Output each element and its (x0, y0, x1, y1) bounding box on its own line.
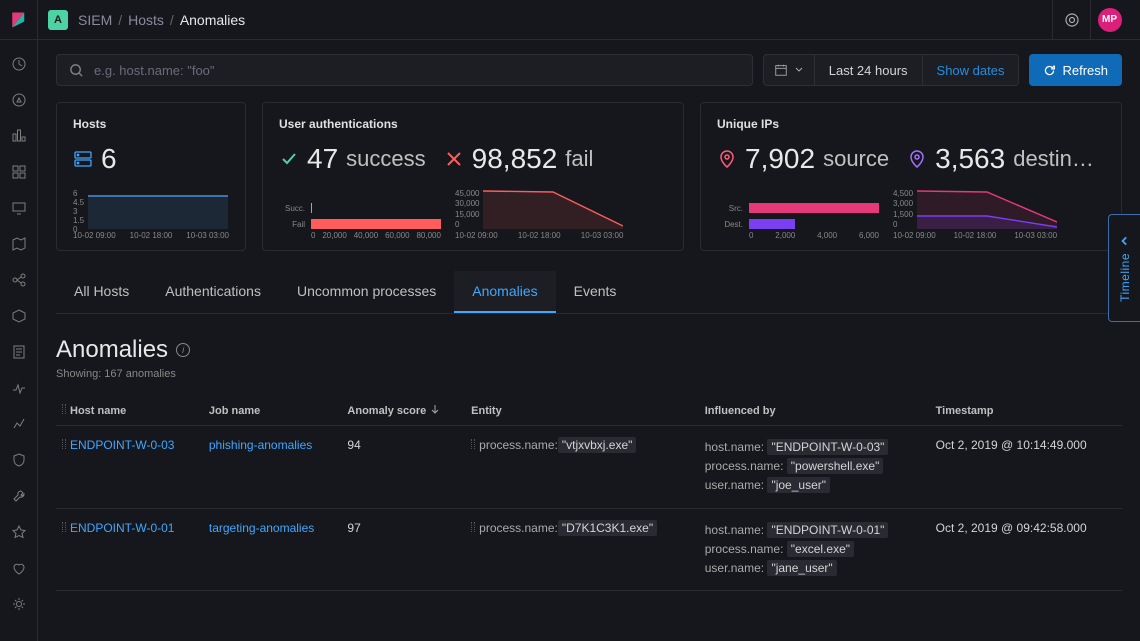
score-cell: 94 (341, 426, 465, 509)
dev-tools-icon[interactable] (11, 488, 27, 504)
canvas-icon[interactable] (11, 200, 27, 216)
timestamp-cell: Oct 2, 2019 @ 10:14:49.000 (930, 426, 1122, 509)
apm-icon[interactable] (11, 380, 27, 396)
ips-source-count: 7,902 (745, 143, 815, 175)
table-row: ENDPOINT-W-0-01 targeting-anomalies 97proc… (56, 508, 1122, 591)
hosts-count: 6 (101, 143, 117, 175)
score-cell: 97 (341, 508, 465, 591)
maps-icon[interactable] (11, 236, 27, 252)
kibana-logo[interactable] (0, 0, 38, 40)
search-input[interactable] (94, 63, 740, 78)
monitoring-icon[interactable] (11, 560, 27, 576)
col-influenced[interactable]: Influenced by (699, 396, 930, 426)
breadcrumb-current: Anomalies (180, 12, 245, 28)
timestamp-cell: Oct 2, 2019 @ 09:42:58.000 (930, 508, 1122, 591)
entity-cell: process.name:"vtjxvbxj.exe" (465, 426, 699, 509)
show-dates-button[interactable]: Show dates (923, 54, 1020, 86)
server-icon (73, 149, 93, 169)
host-tabs: All Hosts Authentications Uncommon proce… (56, 271, 1122, 314)
entity-cell: process.name:"D7K1C3K1.exe" (465, 508, 699, 591)
col-entity[interactable]: Entity (465, 396, 699, 426)
stack-mgmt-icon[interactable] (11, 524, 27, 540)
pin-icon (907, 149, 927, 169)
host-link[interactable]: ENDPOINT-W-0-01 (70, 521, 174, 535)
influenced-cell: host.name: "ENDPOINT-W-0-03"process.name… (699, 426, 930, 509)
influenced-cell: host.name: "ENDPOINT-W-0-01"process.name… (699, 508, 930, 591)
date-quick-button[interactable] (763, 54, 815, 86)
discover-icon[interactable] (11, 92, 27, 108)
check-icon (279, 149, 299, 169)
auth-fail-count: 98,852 (472, 143, 558, 175)
timeline-flyout-button[interactable]: Timeline (1108, 214, 1140, 322)
side-nav (0, 40, 38, 641)
management-icon[interactable] (11, 596, 27, 612)
hosts-trend-chart: 64.531.50 10-02 09:0010-02 18:0010-03 03… (73, 189, 229, 240)
tab-events[interactable]: Events (556, 271, 635, 313)
sort-desc-icon (430, 404, 440, 414)
refresh-icon (1043, 64, 1056, 77)
visualize-icon[interactable] (11, 128, 27, 144)
info-icon[interactable]: i (176, 343, 190, 357)
search-icon (69, 63, 84, 78)
showing-count: Showing: 167 anomalies (56, 368, 1122, 380)
anomalies-table: Host name Job name Anomaly score Entity … (56, 396, 1122, 591)
pin-icon (717, 149, 737, 169)
auth-trend-chart: 45,00030,00015,0000 10-02 09:0010-02 18:… (455, 189, 623, 240)
siem-icon[interactable] (11, 452, 27, 468)
ips-dest-count: 3,563 (935, 143, 1005, 175)
host-link[interactable]: ENDPOINT-W-0-03 (70, 438, 174, 452)
tab-authentications[interactable]: Authentications (147, 271, 279, 313)
ml-icon[interactable] (11, 272, 27, 288)
auth-success-count: 47 (307, 143, 338, 175)
calendar-icon (774, 63, 788, 77)
auth-bar-chart: Succ. Fail 020,00040,00060,00080,000 (279, 203, 441, 240)
infra-icon[interactable] (11, 308, 27, 324)
auth-card: User authentications 47 success 98,852 f… (262, 102, 684, 251)
ips-bar-chart: Src. Dest. 02,0004,0006,000 (717, 203, 879, 240)
space-selector[interactable]: A (48, 10, 68, 30)
job-link[interactable]: phishing-anomalies (209, 438, 312, 452)
x-icon (444, 149, 464, 169)
date-range-label[interactable]: Last 24 hours (815, 54, 923, 86)
col-host[interactable]: Host name (56, 396, 203, 426)
newsfeed-icon[interactable] (1052, 0, 1090, 40)
breadcrumb-siem[interactable]: SIEM (78, 12, 112, 28)
chevron-left-icon (1119, 235, 1131, 247)
col-score[interactable]: Anomaly score (341, 396, 465, 426)
dashboard-icon[interactable] (11, 164, 27, 180)
uptime-icon[interactable] (11, 416, 27, 432)
breadcrumb-hosts[interactable]: Hosts (128, 12, 164, 28)
avatar: MP (1098, 8, 1122, 32)
col-timestamp[interactable]: Timestamp (930, 396, 1122, 426)
recent-icon[interactable] (11, 56, 27, 72)
chevron-down-icon (794, 65, 804, 75)
breadcrumb: SIEM / Hosts / Anomalies (78, 12, 245, 28)
query-bar[interactable] (56, 54, 753, 86)
logs-icon[interactable] (11, 344, 27, 360)
ips-card: Unique IPs 7,902 source 3,563 destin… Sr… (700, 102, 1122, 251)
ips-trend-chart: 4,5003,0001,5000 10-02 09:0010-02 18:001… (893, 189, 1057, 240)
user-menu[interactable]: MP (1090, 0, 1128, 40)
refresh-button[interactable]: Refresh (1029, 54, 1122, 86)
tab-all-hosts[interactable]: All Hosts (56, 271, 147, 313)
hosts-card: Hosts 6 64.531.50 10-02 09:0010-02 18:00… (56, 102, 246, 251)
tab-uncommon-processes[interactable]: Uncommon processes (279, 271, 454, 313)
table-row: ENDPOINT-W-0-03 phishing-anomalies 94proce… (56, 426, 1122, 509)
job-link[interactable]: targeting-anomalies (209, 521, 314, 535)
tab-anomalies[interactable]: Anomalies (454, 271, 555, 313)
section-title: Anomalies i (56, 336, 1122, 364)
col-job[interactable]: Job name (203, 396, 342, 426)
